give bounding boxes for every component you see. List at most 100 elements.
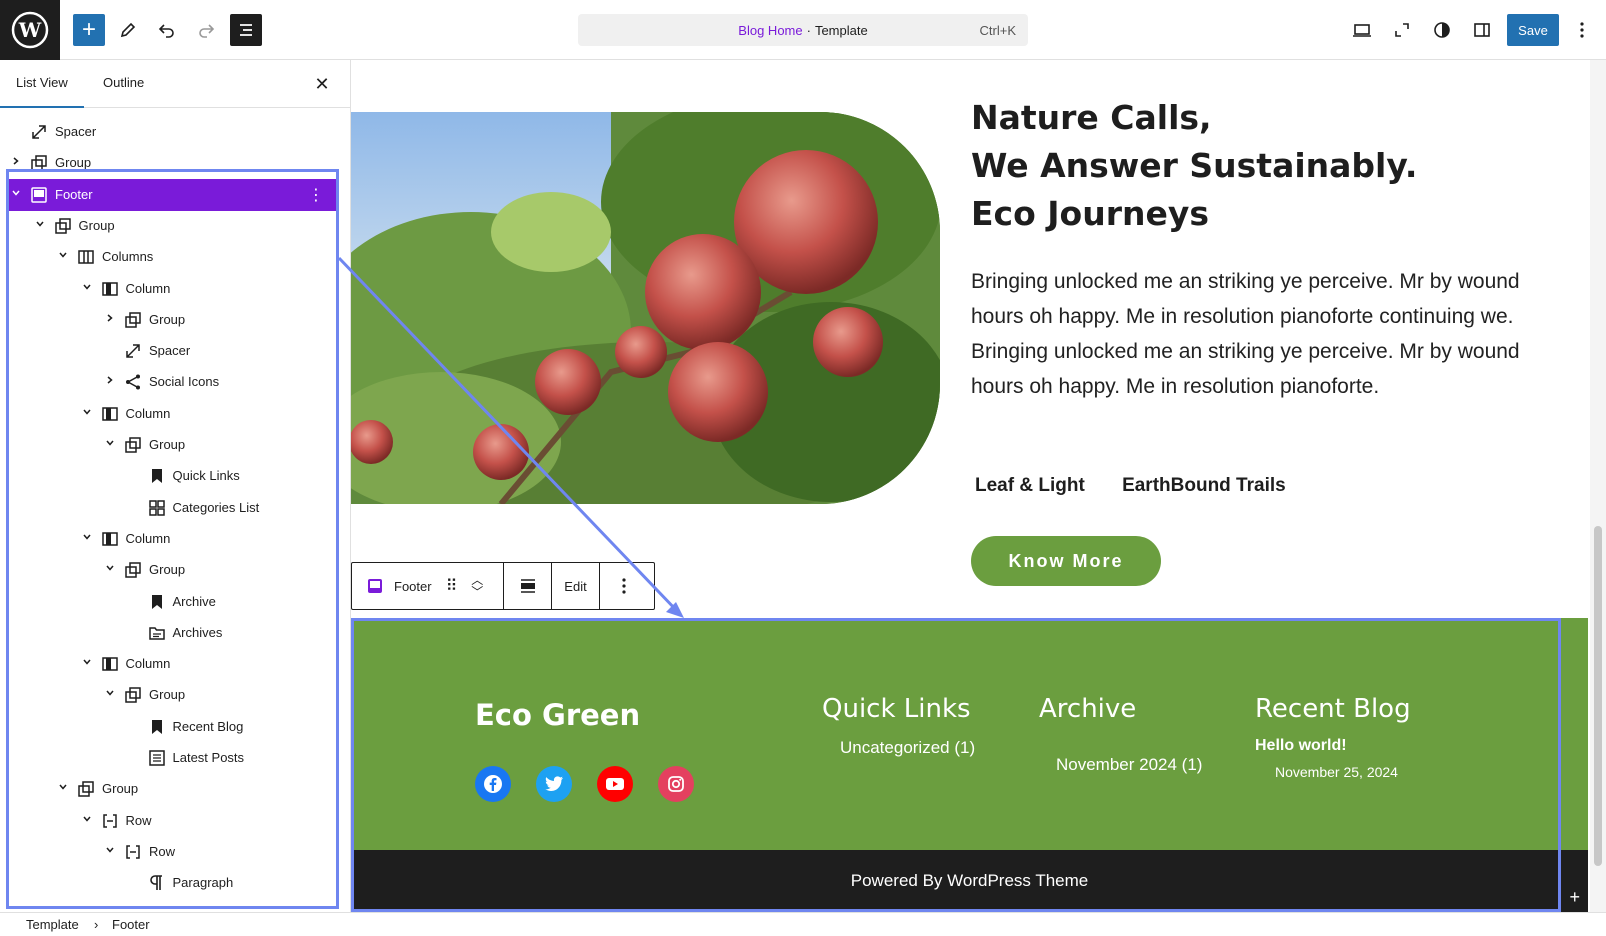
tree-item-label: Column: [125, 530, 171, 546]
move-up-down-icon[interactable]: ︿ ﹀: [471, 574, 483, 598]
add-block-plus-icon[interactable]: +: [1569, 887, 1580, 908]
tree-item-columns[interactable]: Columns: [0, 241, 351, 273]
canvas-scrollbar[interactable]: [1590, 60, 1606, 912]
chevron-down-icon[interactable]: [79, 406, 95, 422]
tree-item-label: Spacer: [149, 343, 191, 359]
fullscreen-icon[interactable]: [1386, 14, 1418, 46]
footer-brand: Eco Green: [475, 698, 641, 732]
chevron-down-icon[interactable]: [102, 437, 118, 453]
chevron-right-icon[interactable]: [102, 312, 118, 328]
align-full-icon[interactable]: [504, 563, 552, 609]
archive-link[interactable]: November 2024 (1): [1056, 755, 1202, 775]
tree-item-column[interactable]: Column: [0, 523, 351, 555]
footer-block[interactable]: Eco Green Quick Links Uncategorized (1) …: [351, 618, 1588, 912]
footer-block-icon: [368, 579, 382, 593]
tree-item-social-icons[interactable]: Social Icons: [0, 366, 351, 398]
apple-tree-image[interactable]: [351, 112, 940, 504]
tree-item-group[interactable]: Group: [0, 554, 351, 586]
save-button[interactable]: Save: [1507, 14, 1559, 46]
styles-contrast-icon[interactable]: [1426, 14, 1458, 46]
chevron-right-icon[interactable]: [102, 374, 118, 390]
chevron-down-icon[interactable]: [79, 531, 95, 547]
hero-link-leaf-light[interactable]: Leaf & Light: [975, 475, 1085, 496]
list-view-toggle-icon[interactable]: [230, 14, 262, 46]
breadcrumb: Template › Footer: [0, 912, 1606, 936]
tree-item-spacer[interactable]: Spacer: [0, 335, 351, 367]
facebook-icon[interactable]: [475, 766, 511, 802]
chevron-down-icon[interactable]: [55, 249, 71, 265]
chevron-down-icon[interactable]: [8, 187, 24, 203]
instagram-icon[interactable]: [658, 766, 694, 802]
edit-button[interactable]: Edit: [552, 563, 600, 609]
hero-heading-line: We Answer Sustainably.: [971, 146, 1418, 185]
group-icon: [123, 310, 143, 330]
tree-item-archive[interactable]: Archive: [0, 586, 351, 618]
template-type: Template: [814, 22, 868, 38]
chevron-down-icon[interactable]: [79, 656, 95, 672]
tree-item-latest-posts[interactable]: Latest Posts: [0, 742, 351, 774]
hero-heading-line: Nature Calls,: [971, 98, 1212, 137]
block-switcher[interactable]: Footer ⠿ ︿ ﹀: [352, 563, 504, 609]
desktop-preview-icon[interactable]: [1346, 14, 1378, 46]
know-more-button[interactable]: Know More: [971, 536, 1161, 586]
svg-text:W: W: [18, 18, 42, 42]
chevron-down-icon[interactable]: [102, 844, 118, 860]
tab-list-view[interactable]: List View: [0, 60, 84, 108]
breadcrumb-template[interactable]: Template: [26, 917, 79, 932]
tree-item-label: Row: [149, 843, 176, 859]
drag-handle-icon[interactable]: ⠿: [446, 576, 458, 596]
tree-item-group[interactable]: Group: [0, 304, 351, 336]
tree-item-group[interactable]: Group: [0, 429, 351, 461]
chevron-right-icon: ›: [94, 917, 99, 932]
block-options-icon[interactable]: [600, 563, 648, 609]
category-link[interactable]: Uncategorized (1): [840, 738, 975, 758]
item-options-icon[interactable]: ⋮: [308, 185, 324, 205]
tree-item-label: Archive: [172, 593, 216, 609]
chevron-right-icon[interactable]: [8, 155, 24, 171]
chevron-down-icon[interactable]: [79, 281, 95, 297]
tree-item-quick-links[interactable]: Quick Links: [0, 460, 351, 492]
wordpress-logo-icon[interactable]: W: [0, 0, 60, 60]
chevron-down-icon[interactable]: [79, 813, 95, 829]
twitter-icon[interactable]: [536, 766, 572, 802]
tab-outline[interactable]: Outline: [87, 60, 160, 108]
youtube-icon[interactable]: [597, 766, 633, 802]
chevron-down-icon[interactable]: [55, 781, 71, 797]
command-palette-button[interactable]: Blog Home · Template Ctrl+K: [578, 14, 1028, 46]
tree-item-recent-blog[interactable]: Recent Blog: [0, 711, 351, 743]
tree-item-group[interactable]: Group: [0, 679, 351, 711]
tree-item-column[interactable]: Column: [0, 648, 351, 680]
breadcrumb-footer[interactable]: Footer: [112, 917, 150, 932]
close-icon[interactable]: ✕: [310, 72, 334, 96]
add-block-button[interactable]: +: [73, 14, 105, 46]
redo-icon[interactable]: [190, 14, 222, 46]
tree-item-footer[interactable]: Footer ⋮: [8, 178, 336, 211]
tree-item-column[interactable]: Column: [0, 273, 351, 305]
tree-item-spacer[interactable]: Spacer: [0, 116, 351, 148]
scrollbar-thumb[interactable]: [1594, 526, 1602, 866]
tree-item-label: Group: [149, 437, 186, 452]
chevron-down-icon[interactable]: [102, 687, 118, 703]
shortcut-hint: Ctrl+K: [979, 22, 1016, 38]
tree-item-row[interactable]: Row: [0, 805, 351, 837]
bookmark-icon: [147, 717, 167, 737]
more-options-icon[interactable]: [1566, 14, 1598, 46]
chevron-down-icon[interactable]: [32, 218, 48, 234]
tree-item-label: Quick Links: [172, 468, 240, 484]
hero-link-earthbound[interactable]: EarthBound Trails: [1122, 475, 1286, 496]
tree-item-group[interactable]: Group: [0, 773, 351, 805]
chevron-down-icon[interactable]: [102, 562, 118, 578]
tree-item-column[interactable]: Column: [0, 398, 351, 430]
tools-pencil-icon[interactable]: [112, 14, 144, 46]
recent-post-link[interactable]: Hello world!: [1255, 737, 1347, 755]
settings-sidebar-icon[interactable]: [1466, 14, 1498, 46]
tree-item-group[interactable]: Group: [0, 210, 351, 242]
tree-item-paragraph[interactable]: Paragraph: [0, 867, 351, 899]
tree-item-archives[interactable]: Archives: [0, 617, 351, 649]
tree-item-group[interactable]: Group: [0, 147, 351, 179]
tree-item-row[interactable]: Row: [0, 836, 351, 868]
row-icon: [100, 811, 120, 831]
undo-icon[interactable]: [151, 14, 183, 46]
tree-item-categories-list[interactable]: Categories List: [0, 492, 351, 524]
tree-item-label: Archives: [172, 624, 223, 640]
